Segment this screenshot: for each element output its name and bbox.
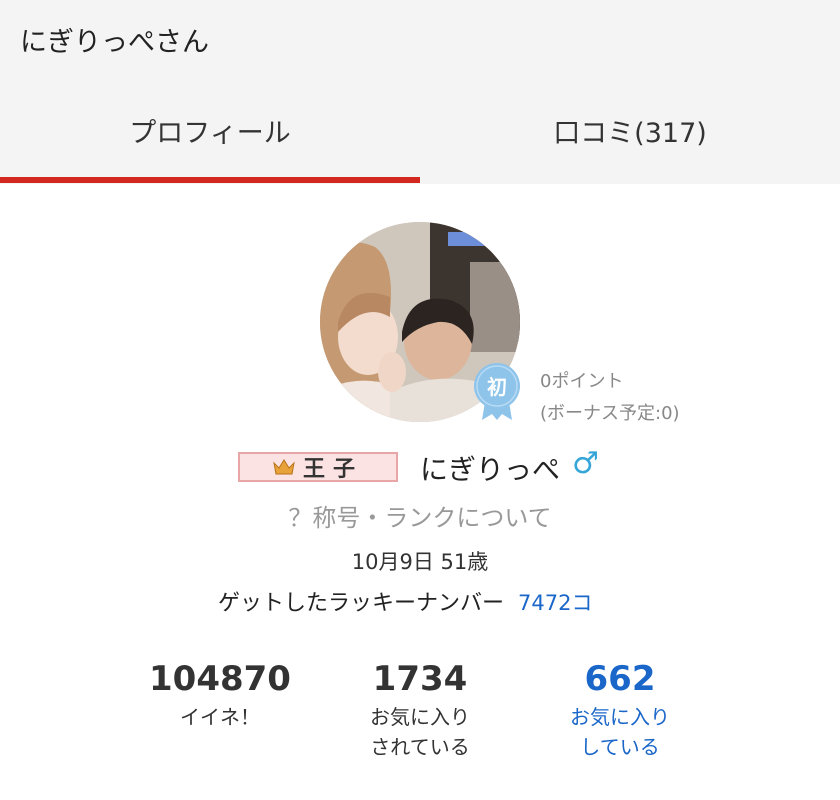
favoriting-count: 662 [584,659,656,699]
username: にぎりっぺ [420,453,561,486]
likes-count: 104870 [149,659,291,699]
tab-reviews[interactable]: 口コミ(317) [420,92,840,168]
rank-title-badge: 王子 [238,452,398,482]
favoriting-label-line1: お気に入り [570,705,670,729]
favorited-by-count: 1734 [372,659,468,699]
lucky-number-count-link[interactable]: 7472コ [518,591,592,615]
rank-info-link[interactable]: ？称号・ランクについて [0,498,840,533]
bonus-value: (ボーナス予定:0) [540,403,680,424]
stat-favoriting-link[interactable]: 662 お気に入り している [520,656,720,762]
points-value: 0ポイント [540,371,624,392]
stat-favorited-by: 1734 お気に入り されている [320,656,520,762]
active-tab-indicator [0,177,420,183]
crown-icon [273,459,295,475]
points-info: 0ポイント (ボーナス予定:0) [540,366,680,430]
lucky-number-label: ゲットしたラッキーナンバー [218,591,505,616]
rank-title: 王子 [302,456,363,482]
beginner-badge-label: 初 [487,375,507,399]
birthday-age: 10月9日 51歳 [351,550,489,574]
app-header: にぎりっぺさん プロフィール 口コミ(317) [0,0,840,184]
favoriting-label-line2: している [580,735,660,759]
male-icon: ♂ [572,446,599,481]
likes-label: イイネ！ [180,705,260,729]
favorited-by-label-line1: お気に入り [370,705,470,729]
page-title: にぎりっぺさん [20,27,209,58]
lucky-number-row: ゲットしたラッキーナンバー 7472コ [218,585,592,617]
stat-likes: 104870 イイネ！ [120,656,320,732]
tab-profile[interactable]: プロフィール [0,92,420,168]
favorited-by-label-line2: されている [370,735,470,759]
